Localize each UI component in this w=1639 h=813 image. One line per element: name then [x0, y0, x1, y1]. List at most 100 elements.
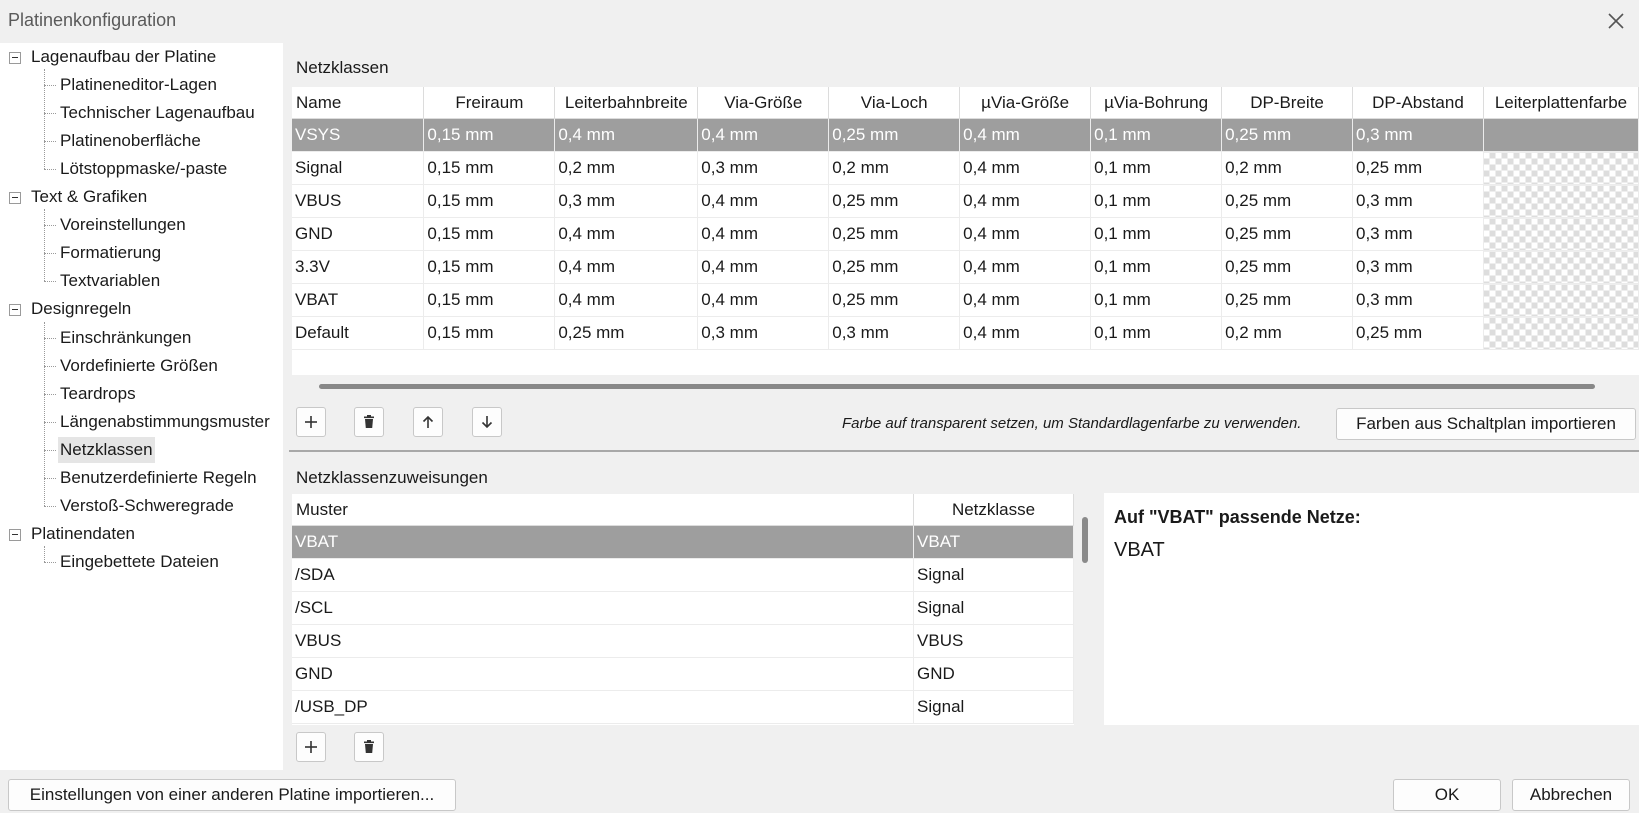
- netclass-value-cell[interactable]: 0,4 mm: [959, 250, 1092, 284]
- tree-item-netzklassen[interactable]: Netzklassen: [58, 436, 155, 463]
- board-color-swatch[interactable]: [1483, 250, 1639, 284]
- board-color-swatch[interactable]: [1483, 217, 1639, 251]
- netclass-name-cell[interactable]: GND: [292, 217, 425, 251]
- column-header-via-loch[interactable]: Via-Loch: [828, 87, 961, 119]
- board-color-swatch[interactable]: [1483, 283, 1639, 317]
- netclass-cell[interactable]: Signal: [913, 690, 1074, 724]
- tree-item-platineneditor-lagen[interactable]: Platineneditor-Lagen: [60, 72, 217, 98]
- pattern-cell[interactable]: GND: [292, 657, 915, 691]
- table-row[interactable]: GND GND: [292, 657, 1074, 691]
- netclass-value-cell[interactable]: 0,3 mm: [1352, 250, 1484, 284]
- column-header-dp-abstand[interactable]: DP-Abstand: [1352, 87, 1484, 119]
- netclass-value-cell[interactable]: 0,3 mm: [828, 316, 961, 350]
- netclass-name-cell[interactable]: 3.3V: [292, 250, 425, 284]
- tree-item-vordefinierte-größen[interactable]: Vordefinierte Größen: [60, 353, 218, 379]
- netclass-value-cell[interactable]: 0,25 mm: [1221, 250, 1353, 284]
- tree-expander-icon[interactable]: [9, 52, 21, 64]
- tree-group-text-grafiken[interactable]: Text & Grafiken: [31, 184, 147, 210]
- column-header-netzklasse[interactable]: Netzklasse: [913, 494, 1074, 526]
- tree-expander-icon[interactable]: [9, 192, 21, 205]
- tree-item-voreinstellungen[interactable]: Voreinstellungen: [60, 212, 186, 238]
- netclass-name-cell[interactable]: VBUS: [292, 184, 425, 218]
- tree-expander-icon[interactable]: [9, 304, 21, 317]
- column-header-leiterbahnbreite[interactable]: Leiterbahnbreite: [554, 87, 699, 119]
- netclass-value-cell[interactable]: 0,4 mm: [959, 316, 1092, 350]
- netclass-value-cell[interactable]: 0,15 mm: [423, 217, 556, 251]
- netclass-value-cell[interactable]: 0,3 mm: [697, 316, 830, 350]
- netclass-value-cell[interactable]: 0,15 mm: [423, 118, 556, 152]
- netclass-value-cell[interactable]: 0,25 mm: [1221, 283, 1353, 317]
- pattern-cell[interactable]: /SCL: [292, 591, 915, 625]
- netclass-value-cell[interactable]: 0,4 mm: [697, 283, 830, 317]
- netclass-name-cell[interactable]: VBAT: [292, 283, 425, 317]
- board-color-swatch[interactable]: [1483, 316, 1639, 350]
- tree-item-benutzerdefinierte-regeln[interactable]: Benutzerdefinierte Regeln: [60, 465, 257, 491]
- netclass-name-cell[interactable]: Signal: [292, 151, 425, 185]
- close-icon[interactable]: [1603, 8, 1629, 34]
- table-row[interactable]: /USB_DP Signal: [292, 690, 1074, 724]
- tree-item-formatierung[interactable]: Formatierung: [60, 240, 161, 266]
- column-header-via-größe[interactable]: µVia-Größe: [959, 87, 1092, 119]
- table-row[interactable]: /SCL Signal: [292, 591, 1074, 625]
- netclass-value-cell[interactable]: 0,1 mm: [1090, 217, 1223, 251]
- netclass-value-cell[interactable]: 0,25 mm: [1221, 217, 1353, 251]
- tree-item-eingebettete-dateien[interactable]: Eingebettete Dateien: [60, 549, 219, 575]
- netclass-name-cell[interactable]: Default: [292, 316, 425, 350]
- table-row[interactable]: VSYS 0,15 mm 0,4 mm 0,4 mm 0,25 mm 0,4 mm 0,1 …: [292, 118, 1639, 152]
- netclass-value-cell[interactable]: 0,4 mm: [554, 250, 699, 284]
- table-row[interactable]: GND 0,15 mm 0,4 mm 0,4 mm 0,25 mm 0,4 mm 0,1 m…: [292, 217, 1639, 251]
- netclass-value-cell[interactable]: 0,15 mm: [423, 250, 556, 284]
- netclass-value-cell[interactable]: 0,1 mm: [1090, 184, 1223, 218]
- column-header-muster[interactable]: Muster: [292, 494, 915, 526]
- assignment-trash-button[interactable]: [354, 732, 384, 762]
- netclass-value-cell[interactable]: 0,4 mm: [554, 118, 699, 152]
- netclass-arrow-down-button[interactable]: [472, 407, 502, 437]
- netclass-value-cell[interactable]: 0,3 mm: [1352, 283, 1484, 317]
- netclass-value-cell[interactable]: 0,2 mm: [554, 151, 699, 185]
- netclass-value-cell[interactable]: 0,3 mm: [1352, 118, 1484, 152]
- table-row[interactable]: Default 0,15 mm 0,25 mm 0,3 mm 0,3 mm 0,4 mm 0…: [292, 316, 1639, 350]
- netclass-value-cell[interactable]: 0,25 mm: [828, 184, 961, 218]
- netclasses-horizontal-scrollbar[interactable]: [319, 384, 1595, 389]
- tree-expander-icon[interactable]: [9, 528, 21, 541]
- netclass-value-cell[interactable]: 0,4 mm: [959, 151, 1092, 185]
- table-row[interactable]: VBAT 0,15 mm 0,4 mm 0,4 mm 0,25 mm 0,4 mm 0,1 …: [292, 283, 1639, 317]
- import-settings-button[interactable]: Einstellungen von einer anderen Platine …: [8, 779, 456, 811]
- netclass-value-cell[interactable]: 0,15 mm: [423, 184, 556, 218]
- netclass-value-cell[interactable]: 0,25 mm: [828, 283, 961, 317]
- netclass-trash-button[interactable]: [354, 407, 384, 437]
- netclass-value-cell[interactable]: 0,3 mm: [697, 151, 830, 185]
- column-header-leiterplattenfarbe[interactable]: Leiterplattenfarbe: [1483, 87, 1639, 119]
- netclass-name-cell[interactable]: VSYS: [292, 118, 425, 152]
- cancel-button[interactable]: Abbrechen: [1512, 779, 1630, 811]
- netclass-value-cell[interactable]: 0,4 mm: [697, 217, 830, 251]
- netclass-value-cell[interactable]: 0,2 mm: [1221, 151, 1353, 185]
- netclass-value-cell[interactable]: 0,25 mm: [828, 118, 961, 152]
- netclass-value-cell[interactable]: 0,4 mm: [959, 217, 1092, 251]
- netclass-value-cell[interactable]: 0,4 mm: [554, 217, 699, 251]
- netclass-value-cell[interactable]: 0,1 mm: [1090, 283, 1223, 317]
- netclass-value-cell[interactable]: 0,1 mm: [1090, 250, 1223, 284]
- tree-group-lagenaufbau-der-platine[interactable]: Lagenaufbau der Platine: [31, 44, 216, 70]
- assignment-add-button[interactable]: [296, 732, 326, 762]
- pattern-cell[interactable]: VBUS: [292, 624, 915, 658]
- panel-divider[interactable]: [289, 450, 1639, 452]
- netclass-value-cell[interactable]: 0,25 mm: [1221, 118, 1353, 152]
- pattern-cell[interactable]: /USB_DP: [292, 690, 915, 724]
- tree-item-technischer-lagenaufbau[interactable]: Technischer Lagenaufbau: [60, 100, 255, 126]
- netclass-value-cell[interactable]: 0,3 mm: [554, 184, 699, 218]
- netclass-cell[interactable]: GND: [913, 657, 1074, 691]
- tree-item-einschränkungen[interactable]: Einschränkungen: [60, 325, 191, 351]
- table-row[interactable]: 3.3V 0,15 mm 0,4 mm 0,4 mm 0,25 mm 0,4 mm 0,1 …: [292, 250, 1639, 284]
- tree-item-teardrops[interactable]: Teardrops: [60, 381, 136, 407]
- tree-item-platinenoberfläche[interactable]: Platinenoberfläche: [60, 128, 201, 154]
- column-header-via-bohrung[interactable]: µVia-Bohrung: [1090, 87, 1223, 119]
- netclass-value-cell[interactable]: 0,1 mm: [1090, 316, 1223, 350]
- pattern-cell[interactable]: /SDA: [292, 558, 915, 592]
- netclass-value-cell[interactable]: 0,25 mm: [554, 316, 699, 350]
- netclass-value-cell[interactable]: 0,25 mm: [1352, 151, 1484, 185]
- tree-item-verstoß-schweregrade[interactable]: Verstoß-Schweregrade: [60, 493, 234, 519]
- board-color-swatch[interactable]: [1483, 151, 1639, 185]
- netclass-add-button[interactable]: [296, 407, 326, 437]
- tree-item-lötstoppmaske-paste[interactable]: Lötstoppmaske/-paste: [60, 156, 227, 182]
